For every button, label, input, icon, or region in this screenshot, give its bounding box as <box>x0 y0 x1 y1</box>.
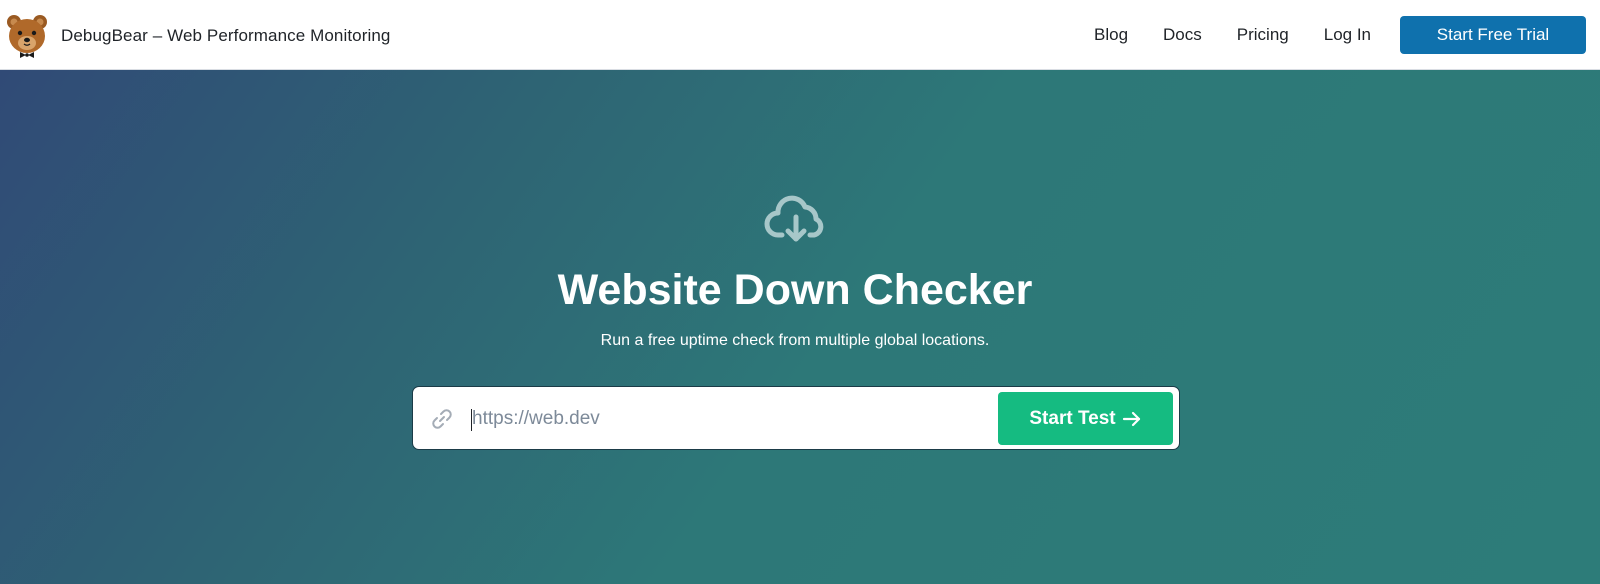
url-input[interactable] <box>468 401 968 437</box>
debugbear-logo-icon <box>7 15 47 58</box>
link-icon <box>432 409 452 429</box>
nav-link-docs[interactable]: Docs <box>1163 25 1202 45</box>
uptime-check-form: Start Test <box>412 386 1180 450</box>
nav-link-login[interactable]: Log In <box>1324 25 1371 45</box>
start-test-label: Start Test <box>1029 407 1116 429</box>
arrow-right-icon <box>1122 411 1140 426</box>
brand-name: DebugBear – Web Performance Monitoring <box>61 26 391 45</box>
top-navbar: DebugBear – Web Performance Monitoring B… <box>0 0 1600 70</box>
brand-home-link[interactable]: DebugBear – Web Performance Monitoring <box>5 13 391 59</box>
nav-link-pricing[interactable]: Pricing <box>1237 25 1289 45</box>
start-test-button[interactable]: Start Test <box>998 392 1173 445</box>
page-subtitle: Run a free uptime check from multiple gl… <box>600 332 990 349</box>
nav-links: Blog Docs Pricing Log In Start Free Tria… <box>1094 0 1600 70</box>
hero-section: Website Down Checker Run a free uptime c… <box>0 70 1600 584</box>
page-title: Website Down Checker <box>557 266 1033 314</box>
cloud-download-icon <box>764 195 824 242</box>
start-free-trial-button[interactable]: Start Free Trial <box>1400 16 1586 54</box>
nav-link-blog[interactable]: Blog <box>1094 25 1128 45</box>
